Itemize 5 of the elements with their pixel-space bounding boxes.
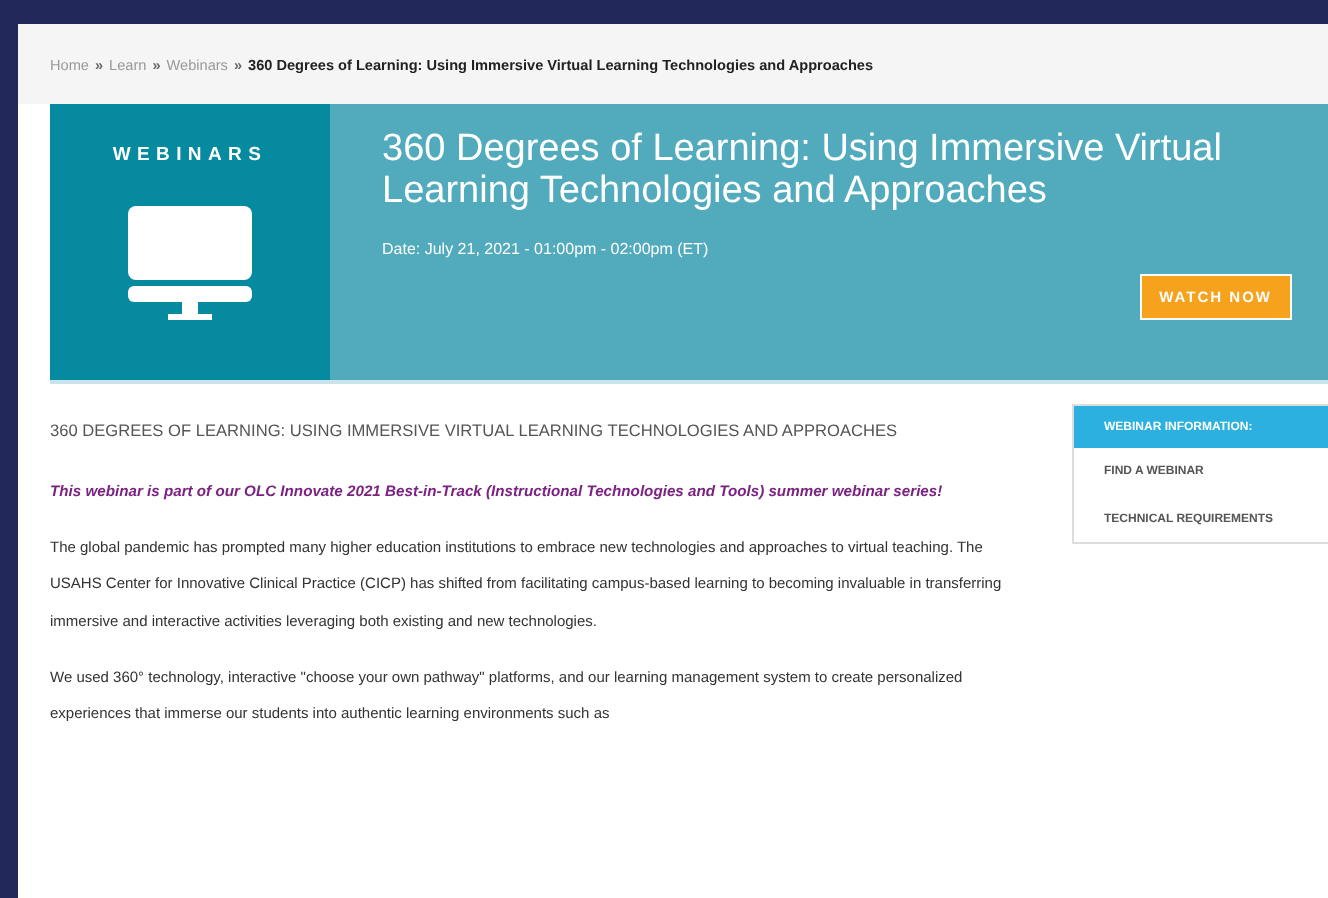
webinar-title: 360 Degrees of Learning: Using Immersive Virtual Learning Technologies and Approaches — [382, 128, 1224, 212]
category-label: WEBINARS — [112, 144, 268, 166]
webinar-date: Date: July 21, 2021 - 01:00pm - 02:00pm (ET) — [382, 240, 711, 258]
monitor-icon — [128, 206, 252, 322]
article-heading: 360 DEGREES OF LEARNING: USING IMMERSIVE VIRTUAL LEARNING TECHNOLOGIES AND APPROACHES — [50, 418, 900, 444]
